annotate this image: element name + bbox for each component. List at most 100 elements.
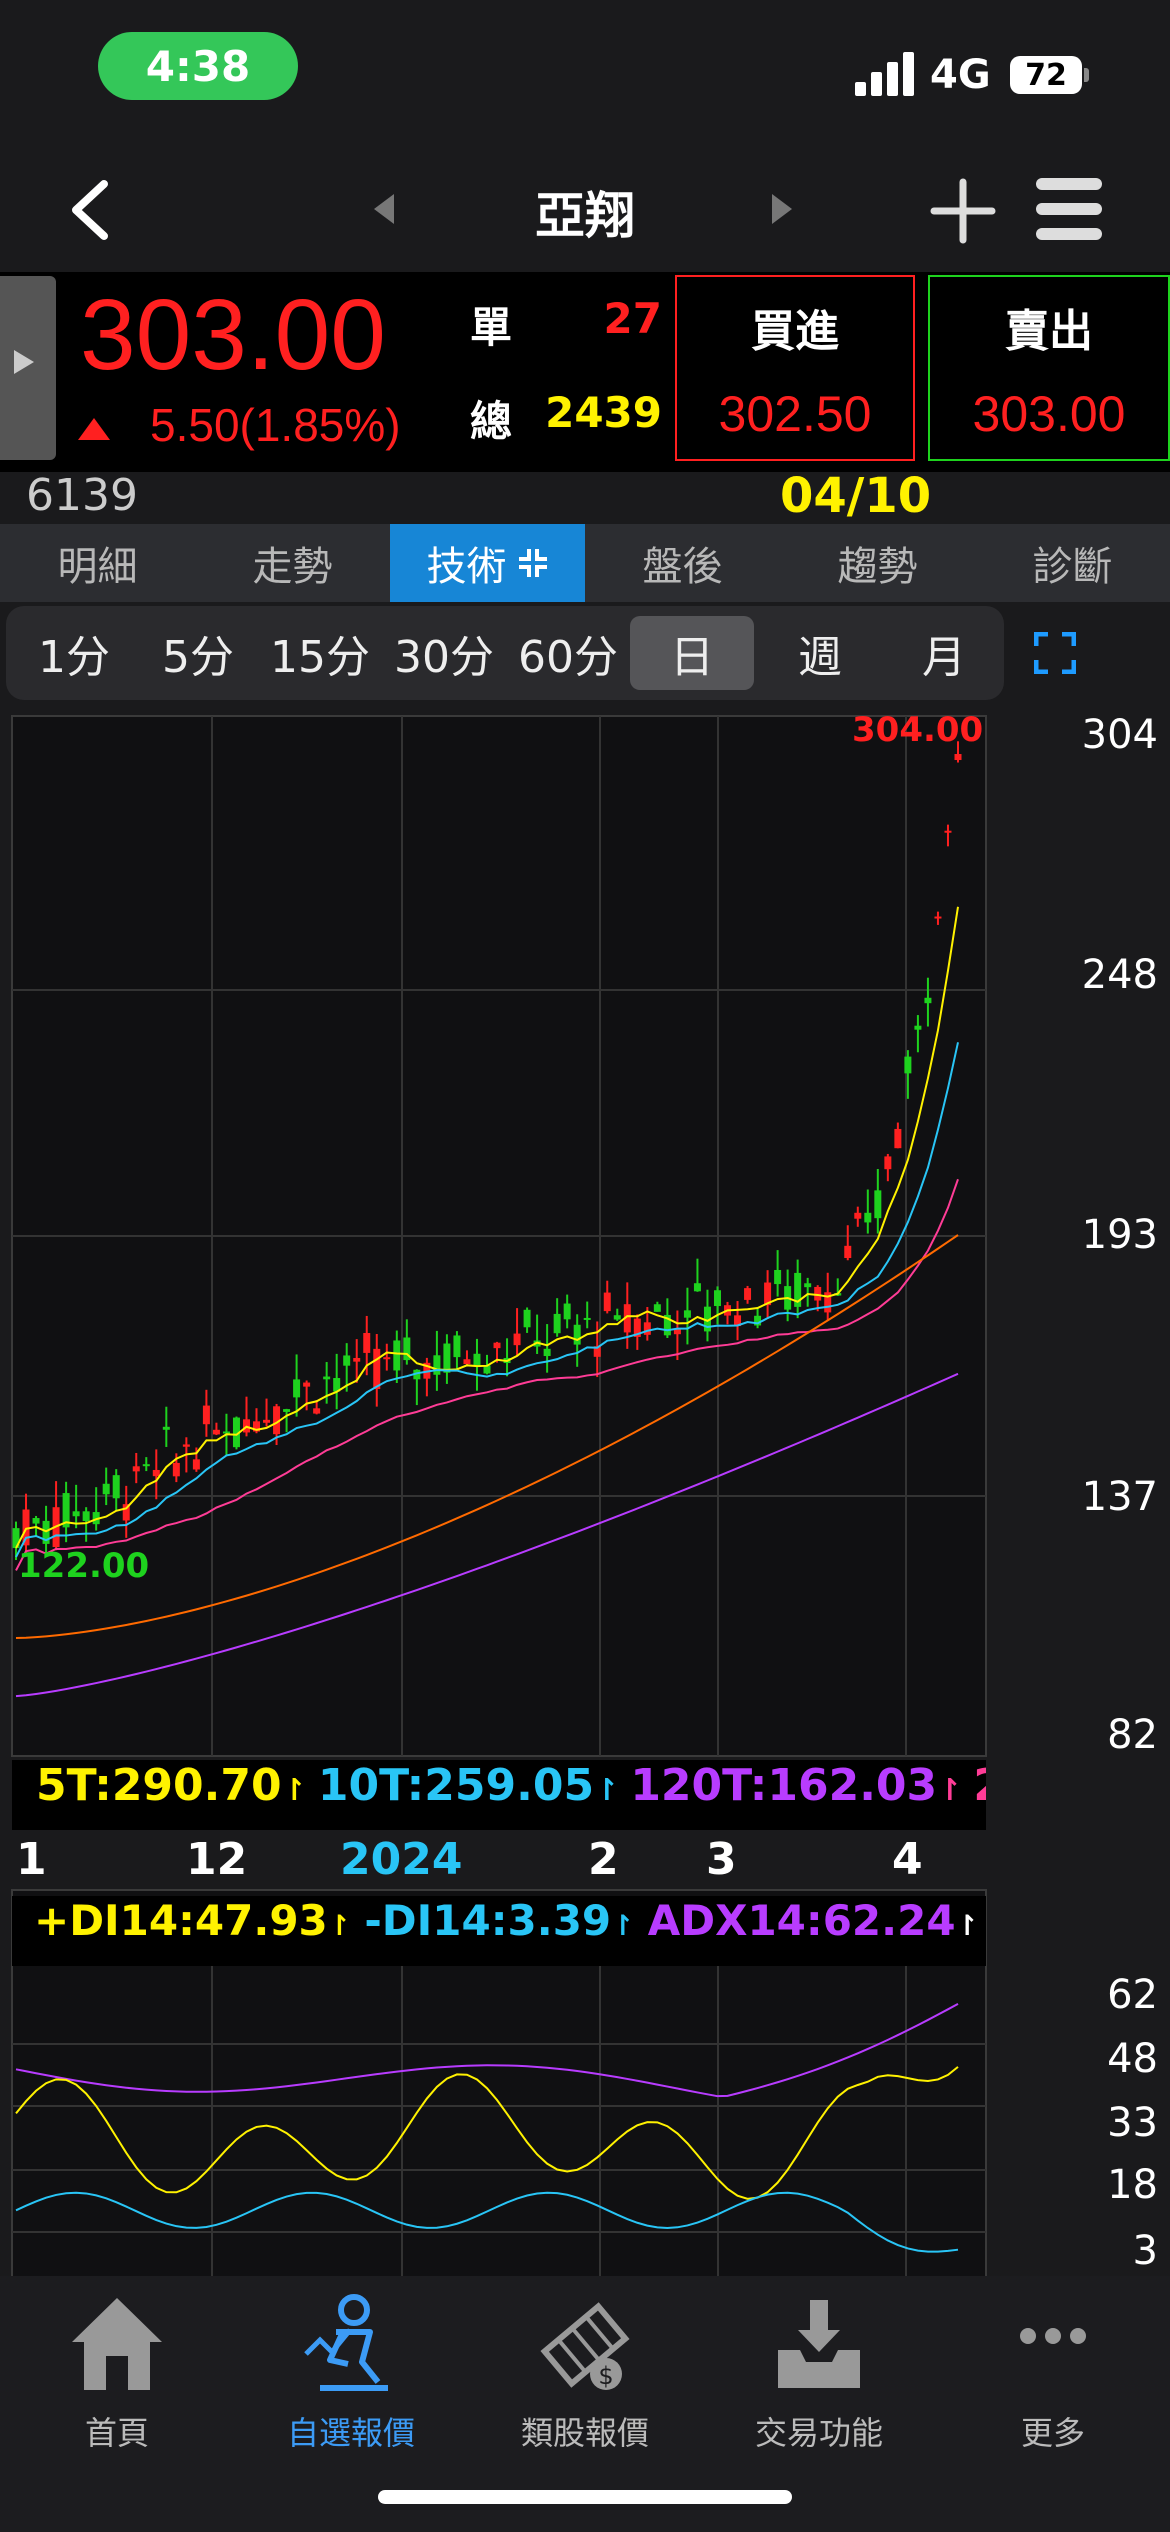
tab-tendency[interactable]: 趨勢 (780, 524, 975, 602)
candle-body (72, 1511, 80, 1517)
period-1min[interactable]: 1分 (10, 616, 138, 690)
home-indicator[interactable] (378, 2490, 792, 2504)
fullscreen-icon[interactable] (1034, 632, 1076, 674)
candle-body (353, 1357, 361, 1362)
candle-body (854, 1212, 862, 1219)
menu-icon[interactable] (1036, 178, 1102, 240)
ma10-arrow-icon: ↾ (594, 1773, 620, 1808)
candle-body (162, 1426, 170, 1430)
y-tick-label: 304 (1081, 712, 1158, 758)
candle-body (543, 1348, 551, 1357)
dmi-y-tick: 3 (1132, 2228, 1158, 2274)
svg-text:$: $ (598, 2362, 613, 2390)
period-week[interactable]: 週 (758, 616, 882, 690)
candle-body (613, 1315, 621, 1320)
candle-body (152, 1469, 160, 1477)
candle-body (343, 1355, 351, 1366)
period-day[interactable]: 日 (630, 616, 754, 690)
candlestick-chart[interactable] (0, 706, 1170, 2276)
x-tick-label: 1 (16, 1834, 47, 1885)
dmi-legend[interactable]: +DI14:47.93↾ -DI14:3.39↾ ADX14:62.24↾ (12, 1896, 986, 1966)
tab-detail[interactable]: 明細 (0, 524, 195, 602)
home-icon (72, 2298, 162, 2390)
candle-body (563, 1303, 571, 1320)
back-icon[interactable] (70, 180, 110, 240)
candle-body (263, 1419, 271, 1423)
candle-body (132, 1466, 140, 1472)
dmi-y-tick: 48 (1107, 2036, 1158, 2082)
candle-body (323, 1376, 331, 1380)
candle-body (844, 1245, 852, 1259)
tab-diagnosis[interactable]: 診斷 (975, 524, 1170, 602)
battery-tip (1084, 68, 1089, 82)
nav-more[interactable]: 更多 (936, 2290, 1170, 2454)
add-icon[interactable] (930, 178, 996, 244)
nav-home[interactable]: 首頁 (0, 2290, 234, 2454)
tab-technical[interactable]: 技術 (390, 524, 585, 602)
dmi-y-tick: 18 (1107, 2162, 1158, 2208)
ma5-arrow-icon: ↾ (281, 1773, 307, 1808)
collapse-icon (518, 549, 547, 577)
period-60min[interactable]: 60分 (504, 616, 632, 690)
candle-body (954, 754, 962, 761)
candle-body (864, 1212, 872, 1223)
period-30min[interactable]: 30分 (380, 616, 508, 690)
stock-code: 6139 (26, 470, 138, 521)
candle-body (573, 1324, 581, 1345)
watchlist-person-icon (304, 2294, 388, 2391)
single-volume-label: 單 (470, 303, 513, 352)
ma10-legend: 10T:259.05 (317, 1760, 595, 1811)
candle-body (112, 1475, 120, 1499)
nav-more-label: 更多 (1020, 2414, 1085, 2452)
stock-name: 亞翔 (535, 187, 635, 245)
nav-sector[interactable]: $ 類股報價 (468, 2290, 702, 2454)
nav-watchlist[interactable]: 自選報價 (234, 2290, 468, 2454)
candle-body (32, 1518, 40, 1524)
plus-di-arrow-icon: ↾ (327, 1909, 352, 1942)
total-volume-label: 總 (470, 397, 513, 446)
candle-body (393, 1340, 401, 1371)
period-5min[interactable]: 5分 (134, 616, 262, 690)
candle-body (884, 1156, 892, 1170)
candle-body (433, 1355, 441, 1375)
x-tick-label: 12 (186, 1834, 248, 1885)
period-selector: 1分 5分 15分 30分 60分 日 週 月 (6, 606, 1004, 700)
network-type: 4G (930, 52, 991, 98)
high-price-label: 304.00 (852, 710, 984, 750)
ma-legend[interactable]: 5T:290.70↾ 10T:259.05↾ 120T:162.03↾ 20 (12, 1760, 986, 1830)
nav-trade-label: 交易功能 (754, 2414, 883, 2452)
candle-body (283, 1409, 291, 1412)
tab-trend[interactable]: 走勢 (195, 524, 390, 602)
candle-body (82, 1511, 90, 1522)
candle-body (102, 1483, 110, 1495)
y-tick-label: 137 (1081, 1474, 1158, 1520)
nav-sector-label: 類股報價 (520, 2414, 649, 2452)
nav-trade[interactable]: 交易功能 (702, 2290, 936, 2454)
candle-body (202, 1405, 210, 1425)
single-volume-value: 27 (603, 294, 662, 343)
period-15min[interactable]: 15分 (256, 616, 384, 690)
up-arrow-icon (78, 418, 110, 440)
period-month[interactable]: 月 (882, 616, 1006, 690)
candle-body (513, 1333, 521, 1346)
plus-di-legend: +DI14:47.93 (34, 1896, 328, 1945)
candle-body (313, 1408, 321, 1414)
candle-body (363, 1333, 371, 1353)
adx-arrow-icon: ↾ (955, 1909, 980, 1942)
candle-body (192, 1459, 200, 1470)
candle-body (583, 1317, 591, 1320)
ma120-legend: 120T:162.03 (630, 1760, 938, 1811)
tab-after-hours[interactable]: 盤後 (585, 524, 780, 602)
prev-stock-icon[interactable] (372, 192, 396, 226)
ma5-legend: 5T:290.70 (36, 1760, 282, 1811)
status-time: 4:38 (98, 32, 298, 100)
candle-body (944, 830, 952, 833)
candle-body (523, 1309, 531, 1328)
last-price: 303.00 (80, 279, 386, 391)
sell-button[interactable]: 賣出 303.00 (928, 275, 1170, 461)
candle-body (874, 1190, 882, 1219)
next-stock-icon[interactable] (770, 192, 794, 226)
buy-button[interactable]: 買進 302.50 (675, 275, 915, 461)
low-price-label: 122.00 (18, 1546, 150, 1586)
candle-body (443, 1343, 451, 1373)
